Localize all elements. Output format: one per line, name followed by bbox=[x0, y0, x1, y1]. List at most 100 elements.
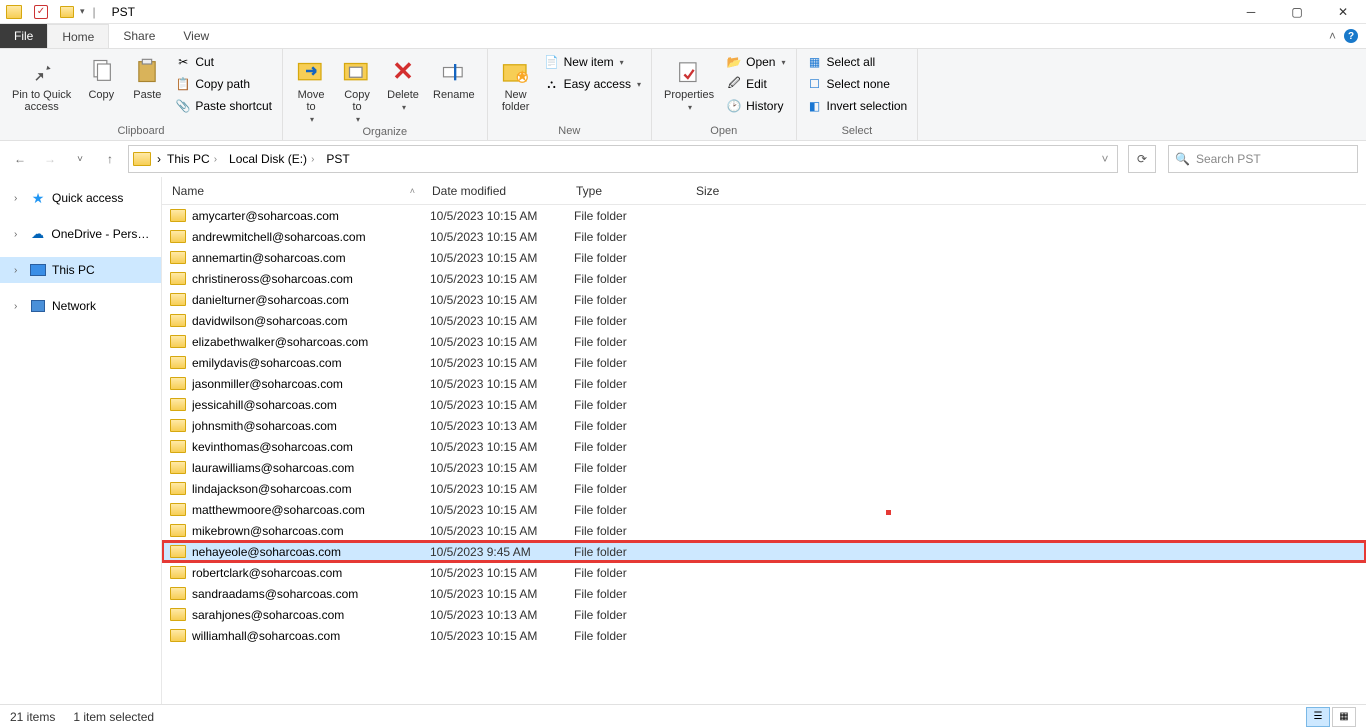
file-row[interactable]: matthewmoore@soharcoas.com10/5/2023 10:1… bbox=[162, 499, 1366, 520]
breadcrumb-segment[interactable]: Local Disk (E:)› bbox=[225, 146, 320, 172]
nav-onedrive[interactable]: › ☁ OneDrive - Persona bbox=[0, 221, 161, 247]
breadcrumb-segment[interactable]: This PC› bbox=[163, 146, 223, 172]
breadcrumb-segment[interactable]: PST bbox=[322, 146, 353, 172]
tab-file[interactable]: File bbox=[0, 24, 47, 48]
expand-icon[interactable]: › bbox=[14, 265, 24, 276]
folder-icon bbox=[170, 209, 186, 222]
nav-quick-access[interactable]: › ★ Quick access bbox=[0, 185, 161, 211]
folder-icon bbox=[170, 524, 186, 537]
new-item-icon: 📄 bbox=[544, 54, 560, 70]
pin-quick-access-button[interactable]: Pin to Quick access bbox=[6, 51, 77, 123]
select-all-icon: ▦ bbox=[807, 54, 823, 70]
properties-button[interactable]: Properties▾ bbox=[658, 51, 720, 123]
tab-share[interactable]: Share bbox=[109, 24, 169, 48]
back-button[interactable]: ← bbox=[8, 147, 32, 171]
ribbon-collapse-icon[interactable]: ˄ bbox=[1329, 29, 1336, 43]
nav-network[interactable]: › Network bbox=[0, 293, 161, 319]
file-row[interactable]: davidwilson@soharcoas.com10/5/2023 10:15… bbox=[162, 310, 1366, 331]
file-date: 10/5/2023 10:15 AM bbox=[430, 335, 574, 349]
file-row[interactable]: danielturner@soharcoas.com10/5/2023 10:1… bbox=[162, 289, 1366, 310]
file-type: File folder bbox=[574, 419, 694, 433]
file-date: 10/5/2023 10:15 AM bbox=[430, 293, 574, 307]
new-folder-button[interactable]: ★ New folder bbox=[494, 51, 538, 123]
search-input[interactable]: 🔍 Search PST bbox=[1168, 145, 1358, 173]
move-to-button[interactable]: Move to▾ bbox=[289, 51, 333, 124]
details-view-button[interactable]: ☰ bbox=[1306, 707, 1330, 727]
refresh-button[interactable]: ⟳ bbox=[1128, 145, 1156, 173]
minimize-button[interactable]: ─ bbox=[1228, 0, 1274, 24]
nav-this-pc[interactable]: › This PC bbox=[0, 257, 161, 283]
tab-home[interactable]: Home bbox=[47, 24, 109, 48]
copy-button[interactable]: Copy bbox=[79, 51, 123, 123]
recent-locations-button[interactable]: ˅ bbox=[68, 147, 92, 171]
up-button[interactable]: ↑ bbox=[98, 147, 122, 171]
file-row[interactable]: annemartin@soharcoas.com10/5/2023 10:15 … bbox=[162, 247, 1366, 268]
paste-button[interactable]: Paste bbox=[125, 51, 169, 123]
expand-icon[interactable]: › bbox=[14, 193, 24, 204]
qat-open-icon[interactable] bbox=[60, 6, 74, 18]
file-row[interactable]: mikebrown@soharcoas.com10/5/2023 10:15 A… bbox=[162, 520, 1366, 541]
qat-properties-icon[interactable]: ✓ bbox=[34, 5, 48, 19]
file-date: 10/5/2023 10:15 AM bbox=[430, 230, 574, 244]
column-header-name[interactable]: Name˄ bbox=[162, 177, 422, 204]
file-row[interactable]: andrewmitchell@soharcoas.com10/5/2023 10… bbox=[162, 226, 1366, 247]
expand-icon[interactable]: › bbox=[14, 301, 24, 312]
paste-shortcut-button[interactable]: 📎Paste shortcut bbox=[171, 95, 276, 117]
file-row[interactable]: amycarter@soharcoas.com10/5/2023 10:15 A… bbox=[162, 205, 1366, 226]
title-bar: ✓ ▾ | PST ─ ▢ ✕ bbox=[0, 0, 1366, 24]
large-icons-view-button[interactable]: ▦ bbox=[1332, 707, 1356, 727]
file-row[interactable]: laurawilliams@soharcoas.com10/5/2023 10:… bbox=[162, 457, 1366, 478]
file-row[interactable]: jessicahill@soharcoas.com10/5/2023 10:15… bbox=[162, 394, 1366, 415]
edit-button[interactable]: 🖉Edit bbox=[722, 73, 789, 95]
delete-button[interactable]: ✕ Delete▾ bbox=[381, 51, 425, 124]
file-name: lindajackson@soharcoas.com bbox=[192, 482, 430, 496]
file-row[interactable]: sandraadams@soharcoas.com10/5/2023 10:15… bbox=[162, 583, 1366, 604]
select-none-button[interactable]: ☐Select none bbox=[803, 73, 912, 95]
file-list[interactable]: amycarter@soharcoas.com10/5/2023 10:15 A… bbox=[162, 205, 1366, 646]
invert-selection-button[interactable]: ◧Invert selection bbox=[803, 95, 912, 117]
easy-access-button[interactable]: ⛬Easy access▾ bbox=[540, 73, 645, 95]
column-header-size[interactable]: Size bbox=[686, 177, 766, 204]
file-row[interactable]: nehayeole@soharcoas.com10/5/2023 9:45 AM… bbox=[162, 541, 1366, 562]
file-type: File folder bbox=[574, 272, 694, 286]
file-row[interactable]: williamhall@soharcoas.com10/5/2023 10:15… bbox=[162, 625, 1366, 646]
open-button[interactable]: 📂Open▾ bbox=[722, 51, 789, 73]
address-history-button[interactable]: ˅ bbox=[1093, 146, 1117, 172]
file-date: 10/5/2023 10:15 AM bbox=[430, 377, 574, 391]
tab-view[interactable]: View bbox=[169, 24, 223, 48]
navigation-bar: ← → ˅ ↑ › This PC› Local Disk (E:)› PST … bbox=[0, 141, 1366, 177]
chevron-right-icon[interactable]: › bbox=[212, 154, 219, 165]
copy-path-icon: 📋 bbox=[175, 76, 191, 92]
copy-to-button[interactable]: Copy to▾ bbox=[335, 51, 379, 124]
file-type: File folder bbox=[574, 461, 694, 475]
history-button[interactable]: 🕑History bbox=[722, 95, 789, 117]
expand-icon[interactable]: › bbox=[14, 229, 24, 240]
file-row[interactable]: christineross@soharcoas.com10/5/2023 10:… bbox=[162, 268, 1366, 289]
select-all-button[interactable]: ▦Select all bbox=[803, 51, 912, 73]
file-row[interactable]: jasonmiller@soharcoas.com10/5/2023 10:15… bbox=[162, 373, 1366, 394]
chevron-right-icon[interactable]: › bbox=[309, 154, 316, 165]
file-date: 10/5/2023 10:15 AM bbox=[430, 566, 574, 580]
file-row[interactable]: lindajackson@soharcoas.com10/5/2023 10:1… bbox=[162, 478, 1366, 499]
maximize-button[interactable]: ▢ bbox=[1274, 0, 1320, 24]
file-name: jessicahill@soharcoas.com bbox=[192, 398, 430, 412]
new-item-button[interactable]: 📄New item▾ bbox=[540, 51, 645, 73]
address-bar[interactable]: › This PC› Local Disk (E:)› PST ˅ bbox=[128, 145, 1118, 173]
file-row[interactable]: kevinthomas@soharcoas.com10/5/2023 10:15… bbox=[162, 436, 1366, 457]
file-row[interactable]: emilydavis@soharcoas.com10/5/2023 10:15 … bbox=[162, 352, 1366, 373]
qat-customize-icon[interactable]: ▾ bbox=[80, 6, 85, 17]
cut-button[interactable]: ✂Cut bbox=[171, 51, 276, 73]
forward-button[interactable]: → bbox=[38, 147, 62, 171]
file-row[interactable]: elizabethwalker@soharcoas.com10/5/2023 1… bbox=[162, 331, 1366, 352]
file-row[interactable]: johnsmith@soharcoas.com10/5/2023 10:13 A… bbox=[162, 415, 1366, 436]
column-header-type[interactable]: Type bbox=[566, 177, 686, 204]
copy-path-button[interactable]: 📋Copy path bbox=[171, 73, 276, 95]
file-type: File folder bbox=[574, 524, 694, 538]
file-row[interactable]: robertclark@soharcoas.com10/5/2023 10:15… bbox=[162, 562, 1366, 583]
rename-button[interactable]: Rename bbox=[427, 51, 481, 124]
close-button[interactable]: ✕ bbox=[1320, 0, 1366, 24]
file-row[interactable]: sarahjones@soharcoas.com10/5/2023 10:13 … bbox=[162, 604, 1366, 625]
column-header-date[interactable]: Date modified bbox=[422, 177, 566, 204]
chevron-right-icon[interactable]: › bbox=[157, 152, 161, 166]
help-icon[interactable]: ? bbox=[1344, 29, 1358, 43]
